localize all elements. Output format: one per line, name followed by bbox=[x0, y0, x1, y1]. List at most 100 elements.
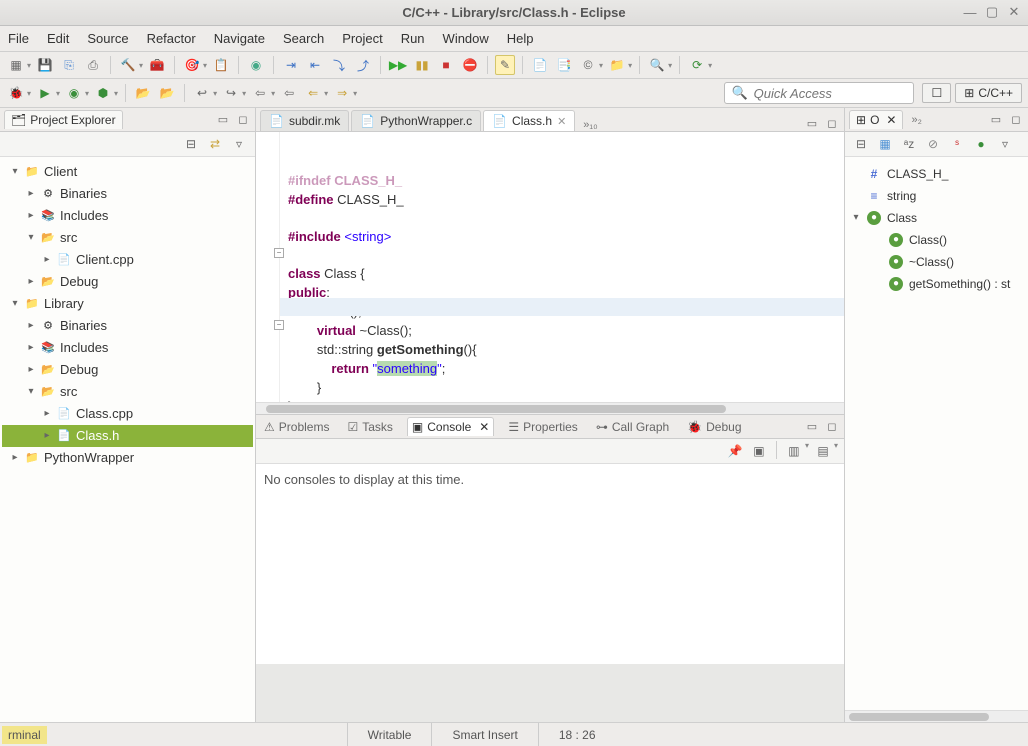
ext-icon[interactable]: ⬢ bbox=[93, 83, 113, 103]
maximize-icon[interactable]: ▢ bbox=[984, 4, 1000, 20]
tree-item[interactable]: ▾📁Library bbox=[2, 293, 253, 315]
menu-project[interactable]: Project bbox=[342, 31, 382, 46]
pause-icon[interactable]: ▮▮ bbox=[412, 55, 432, 75]
tab-console[interactable]: ▣Console✕ bbox=[407, 417, 494, 436]
highlight-icon[interactable]: ✎ bbox=[495, 55, 515, 75]
folder-icon[interactable]: 📂 bbox=[133, 83, 153, 103]
close-icon[interactable]: ✕ bbox=[886, 113, 896, 127]
nav-icon[interactable]: ⇦ bbox=[250, 83, 270, 103]
tab-overflow[interactable]: »₁₀ bbox=[583, 119, 597, 131]
tab-problems[interactable]: ⚠Problems bbox=[260, 418, 333, 436]
new-folder-icon[interactable]: 📁 bbox=[607, 55, 627, 75]
folder-icon[interactable]: 📂 bbox=[157, 83, 177, 103]
menu-navigate[interactable]: Navigate bbox=[214, 31, 265, 46]
hide-s-icon[interactable]: ˢ bbox=[947, 134, 967, 154]
tab-overflow[interactable]: »₂ bbox=[911, 114, 921, 126]
step-icon[interactable]: ⇤ bbox=[305, 55, 325, 75]
twisty-icon[interactable]: ▾ bbox=[851, 207, 861, 229]
back-icon[interactable]: ⇐ bbox=[303, 83, 323, 103]
maximize-view-icon[interactable]: ◻ bbox=[235, 112, 251, 128]
quick-access-input[interactable] bbox=[754, 86, 908, 101]
twisty-icon[interactable]: ▸ bbox=[26, 359, 36, 381]
menu-run[interactable]: Run bbox=[401, 31, 425, 46]
close-icon[interactable]: ✕ bbox=[479, 420, 489, 434]
editor-tab-pythonwrapper[interactable]: 📄PythonWrapper.c bbox=[351, 110, 481, 131]
tree-item[interactable]: ▸📄Client.cpp bbox=[2, 249, 253, 271]
menu-file[interactable]: File bbox=[8, 31, 29, 46]
dropdown-icon[interactable]: ▾ bbox=[668, 61, 672, 70]
tab-properties[interactable]: ☰Properties bbox=[504, 418, 581, 436]
menu-source[interactable]: Source bbox=[87, 31, 128, 46]
menu-icon[interactable]: ▿ bbox=[229, 134, 249, 154]
menu-search[interactable]: Search bbox=[283, 31, 324, 46]
menu-edit[interactable]: Edit bbox=[47, 31, 69, 46]
minimize-icon[interactable]: — bbox=[962, 4, 978, 20]
editor-tab-subdir[interactable]: 📄subdir.mk bbox=[260, 110, 349, 131]
collapse-icon[interactable]: ⊟ bbox=[181, 134, 201, 154]
quick-access[interactable]: 🔍 bbox=[724, 82, 914, 104]
saveall-icon[interactable]: ⎘ bbox=[59, 55, 79, 75]
build-icon[interactable]: 🔨 bbox=[118, 55, 138, 75]
dropdown-icon[interactable]: ▾ bbox=[599, 61, 603, 70]
disconnect-icon[interactable]: ⛔ bbox=[460, 55, 480, 75]
menu-icon[interactable]: ▿ bbox=[995, 134, 1015, 154]
twisty-icon[interactable]: ▸ bbox=[26, 271, 36, 293]
run-icon[interactable]: ▶ bbox=[35, 83, 55, 103]
tree-item[interactable]: ▾📁Client bbox=[2, 161, 253, 183]
maximize-view-icon[interactable]: ◻ bbox=[824, 419, 840, 435]
twisty-icon[interactable]: ▾ bbox=[10, 161, 20, 183]
minimize-view-icon[interactable]: ▭ bbox=[988, 112, 1004, 128]
save-icon[interactable]: 💾 bbox=[35, 55, 55, 75]
maximize-view-icon[interactable]: ◻ bbox=[1008, 112, 1024, 128]
twisty-icon[interactable]: ▸ bbox=[26, 183, 36, 205]
open-type-icon[interactable]: ◉ bbox=[246, 55, 266, 75]
tree-item[interactable]: ▸⚙Binaries bbox=[2, 315, 253, 337]
target-icon[interactable]: 🎯 bbox=[182, 55, 202, 75]
tab-callgraph[interactable]: ⊶Call Graph bbox=[592, 418, 673, 436]
stop-icon[interactable]: ■ bbox=[436, 55, 456, 75]
tree-item[interactable]: ▸📂Debug bbox=[2, 359, 253, 381]
code-area[interactable]: −−#ifndef CLASS_H_ #define CLASS_H_ #inc… bbox=[280, 132, 844, 402]
menu-help[interactable]: Help bbox=[507, 31, 534, 46]
new-file-icon[interactable]: 📄 bbox=[530, 55, 550, 75]
tree-item[interactable]: ▸📂Debug bbox=[2, 271, 253, 293]
dropdown-icon[interactable]: ▾ bbox=[203, 61, 207, 70]
twisty-icon[interactable]: ▸ bbox=[10, 447, 20, 469]
sort-icon[interactable]: ⊟ bbox=[851, 134, 871, 154]
filter-icon[interactable]: ▦ bbox=[875, 134, 895, 154]
tree-item[interactable]: ▸📄Class.h bbox=[2, 425, 253, 447]
tree-item[interactable]: ▸📄Class.cpp bbox=[2, 403, 253, 425]
dropdown-icon[interactable]: ▾ bbox=[139, 61, 143, 70]
debug-bug-icon[interactable]: 🐞 bbox=[6, 83, 26, 103]
dropdown-icon[interactable]: ▾ bbox=[628, 61, 632, 70]
pin-icon[interactable]: 📌 bbox=[725, 441, 745, 461]
minimize-view-icon[interactable]: ▭ bbox=[804, 419, 820, 435]
dropdown-icon[interactable]: ▾ bbox=[27, 61, 31, 70]
twisty-icon[interactable]: ▾ bbox=[26, 227, 36, 249]
open-console-icon[interactable]: ▥ bbox=[784, 441, 804, 461]
editor-tab-classh[interactable]: 📄Class.h✕ bbox=[483, 110, 575, 131]
outline-item[interactable]: ≡string bbox=[851, 185, 1022, 207]
new-icon[interactable]: ▦ bbox=[6, 55, 26, 75]
dropdown-icon[interactable]: ▾ bbox=[708, 61, 712, 70]
outline-item[interactable]: ▾●Class bbox=[851, 207, 1022, 229]
tree-item[interactable]: ▸📚Includes bbox=[2, 205, 253, 227]
tab-debug[interactable]: 🐞Debug bbox=[683, 418, 745, 436]
fold-icon[interactable]: − bbox=[274, 320, 284, 330]
nav-icon[interactable]: ⇦ bbox=[279, 83, 299, 103]
outline-scrollbar-h[interactable] bbox=[845, 710, 1028, 722]
tree-item[interactable]: ▸📁PythonWrapper bbox=[2, 447, 253, 469]
fwd-icon[interactable]: ⇒ bbox=[332, 83, 352, 103]
outline-tab[interactable]: ⊞O✕ bbox=[849, 110, 903, 129]
search-icon[interactable]: 🔍 bbox=[647, 55, 667, 75]
twisty-icon[interactable]: ▸ bbox=[42, 249, 52, 271]
new-console-icon[interactable]: ▤ bbox=[813, 441, 833, 461]
tree-item[interactable]: ▾📂src bbox=[2, 227, 253, 249]
twisty-icon[interactable]: ▸ bbox=[42, 403, 52, 425]
open-perspective-button[interactable]: ☐ bbox=[922, 83, 951, 103]
resume-icon[interactable]: ▶▶ bbox=[388, 55, 408, 75]
menu-refactor[interactable]: Refactor bbox=[147, 31, 196, 46]
hide-icon[interactable]: ⊘ bbox=[923, 134, 943, 154]
outline-item[interactable]: ●getSomething() : st bbox=[851, 273, 1022, 295]
twisty-icon[interactable]: ▸ bbox=[42, 425, 52, 447]
